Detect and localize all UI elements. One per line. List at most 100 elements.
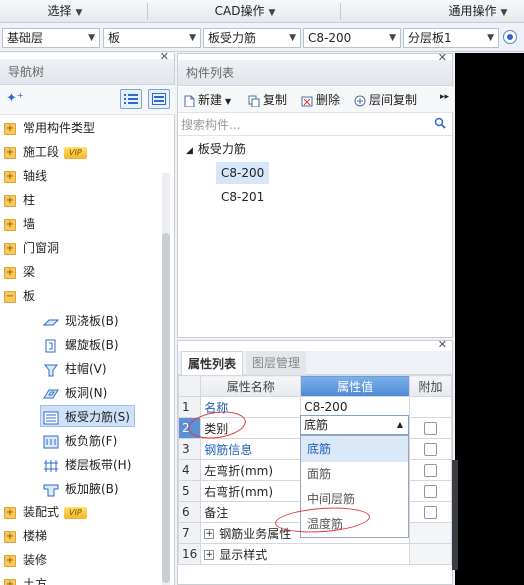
tree-item[interactable]: + 门窗洞	[4, 238, 59, 258]
type-select[interactable]: 板受力筋 ▼	[203, 28, 301, 48]
row-number: 4	[177, 459, 202, 481]
chevron-down-icon: ▼	[189, 33, 196, 43]
collapse-icon[interactable]: −	[4, 290, 16, 303]
delete-button-label: 删除	[316, 93, 341, 107]
common-menu-label: 通用操作	[448, 4, 497, 18]
expand-icon[interactable]: +	[4, 194, 16, 207]
common-menu[interactable]: 通用操作 ▼	[436, 0, 520, 23]
tree-item[interactable]: + 装配式 VIP	[4, 502, 87, 522]
tree-subitem-selected[interactable]: 板受力筋(S)	[40, 405, 135, 427]
tree-subitem[interactable]: 柱帽(V)	[43, 358, 107, 380]
expand-plus-icon[interactable]: +	[204, 550, 215, 560]
new-button[interactable]: 新建 ▼	[183, 91, 231, 109]
component-select[interactable]: C8-200 ▼	[303, 28, 401, 48]
property-name: 钢筋信息	[200, 438, 302, 460]
option-temperature-rebar[interactable]: 温度筋	[301, 511, 408, 537]
table-row: 16 + 显示样式	[177, 543, 452, 565]
drawing-canvas[interactable]	[455, 53, 524, 585]
property-group[interactable]: + 显示样式	[200, 543, 411, 565]
floor-select[interactable]: 基础层 ▼	[2, 28, 100, 48]
expand-icon[interactable]: +	[4, 146, 16, 159]
copy-icon	[248, 95, 260, 107]
category-combobox[interactable]: 底筋 ▲	[300, 415, 409, 435]
expand-icon[interactable]: +	[4, 530, 16, 543]
extra-checkbox[interactable]	[424, 443, 437, 456]
tree-item[interactable]: + 楼梯	[4, 526, 47, 546]
tree-item[interactable]: + 柱	[4, 190, 35, 210]
extra-checkbox[interactable]	[424, 485, 437, 498]
expand-icon[interactable]: +	[4, 266, 16, 279]
delete-button[interactable]: 删除	[301, 91, 340, 109]
tab-layer-management[interactable]: 图层管理	[246, 351, 307, 375]
tree-item-label: 门窗洞	[23, 241, 60, 255]
tree-item[interactable]: + 墙	[4, 214, 35, 234]
tab-property-list[interactable]: 属性列表	[181, 351, 244, 375]
tree-item[interactable]: + 装修	[4, 550, 47, 570]
tree-item[interactable]: + 常用构件类型	[4, 118, 95, 138]
component-item[interactable]: C8-201	[216, 186, 269, 208]
tree-item[interactable]: + 施工段 VIP	[4, 142, 87, 162]
component-select-value: C8-200	[308, 31, 352, 45]
tree-item[interactable]: − 板	[4, 286, 35, 306]
tree-subitem[interactable]: 现浇板(B)	[43, 310, 119, 332]
layer-select[interactable]: 分层板1 ▼	[403, 28, 499, 48]
cad-menu[interactable]: CAD操作 ▼	[195, 0, 295, 23]
property-name: 左弯折(mm)	[200, 459, 302, 481]
layer-copy-button[interactable]: 层间复制	[354, 91, 417, 109]
tree-subitem[interactable]: 板洞(N)	[43, 382, 107, 404]
component-tree-root[interactable]: ◢ 板受力筋	[186, 140, 246, 158]
close-icon[interactable]: ✕	[438, 339, 447, 351]
expand-icon[interactable]: +	[4, 122, 16, 135]
property-name: 钢筋业务属性	[219, 526, 292, 541]
tree-item[interactable]: + 轴线	[4, 166, 47, 186]
component-item-selected[interactable]: C8-200	[216, 162, 270, 184]
header-extra: 附加	[409, 375, 452, 397]
extra-checkbox[interactable]	[424, 464, 437, 477]
property-tabs: 属性列表 图层管理	[178, 351, 452, 375]
cast-slab-icon	[43, 319, 59, 325]
sparkle-add-icon[interactable]: ✦⁺	[6, 91, 24, 106]
copy-button-label: 复制	[263, 93, 288, 107]
search-icon[interactable]	[434, 117, 446, 129]
expand-icon[interactable]: +	[4, 242, 16, 255]
extra-checkbox[interactable]	[424, 422, 437, 435]
tree-subitem[interactable]: 板负筋(F)	[43, 430, 117, 452]
option-middle-rebar[interactable]: 中间层筋	[301, 486, 408, 512]
panel-splitter[interactable]	[452, 460, 458, 570]
close-icon[interactable]: ✕	[438, 52, 447, 64]
radio-button[interactable]	[503, 30, 517, 44]
collapse-triangle-icon[interactable]: ◢	[186, 146, 193, 156]
extra-checkbox[interactable]	[424, 506, 437, 519]
component-search-input[interactable]: 搜索构件...	[178, 114, 452, 136]
select-menu[interactable]: 选择 ▼	[30, 0, 100, 23]
tree-subitem-label: 柱帽(V)	[65, 362, 107, 376]
chevron-down-icon: ▼	[268, 8, 276, 18]
tree-item[interactable]: + 土方	[4, 574, 47, 585]
expand-icon[interactable]: +	[4, 218, 16, 231]
option-bottom-rebar[interactable]: 底筋	[301, 436, 408, 462]
nav-scrollbar[interactable]	[162, 173, 170, 585]
menu-separator	[147, 3, 148, 20]
card-view-button[interactable]	[148, 89, 170, 109]
expand-icon[interactable]: +	[4, 578, 16, 585]
expand-icon[interactable]: +	[4, 170, 16, 183]
component-tree-root-label: 板受力筋	[197, 142, 246, 156]
chevron-down-icon: ▼	[389, 33, 396, 43]
copy-button[interactable]: 复制	[248, 91, 287, 109]
close-icon[interactable]: ✕	[160, 51, 169, 63]
option-top-rebar[interactable]: 面筋	[301, 461, 408, 487]
chevron-down-icon: ▼	[289, 33, 296, 43]
list-view-button[interactable]	[120, 89, 142, 109]
tree-subitem[interactable]: 楼层板带(H)	[43, 454, 131, 476]
scrollbar-thumb[interactable]	[162, 233, 170, 583]
expand-plus-icon[interactable]: +	[204, 529, 215, 539]
expand-icon[interactable]: +	[4, 554, 16, 567]
tree-subitem[interactable]: 板加腋(B)	[43, 478, 119, 500]
row-number: 6	[177, 501, 202, 523]
new-file-icon	[184, 95, 195, 107]
tree-item[interactable]: + 梁	[4, 262, 35, 282]
expand-icon[interactable]: +	[4, 506, 16, 519]
category-select[interactable]: 板 ▼	[103, 28, 201, 48]
tree-subitem[interactable]: 螺旋板(B)	[43, 334, 119, 356]
more-icon[interactable]: ▸▸	[440, 92, 449, 102]
